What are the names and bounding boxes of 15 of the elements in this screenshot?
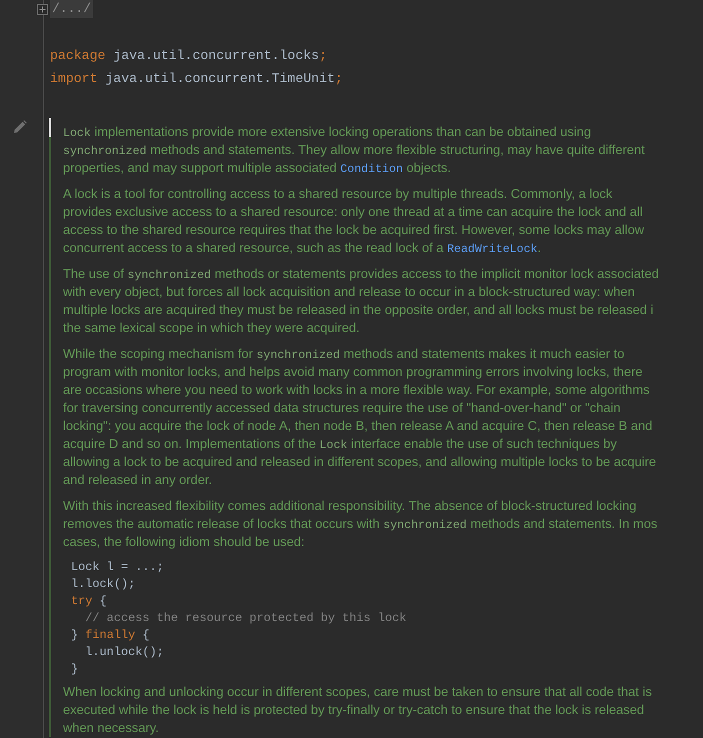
folded-comment[interactable]: /.../ xyxy=(50,0,94,18)
pencil-icon[interactable] xyxy=(13,120,27,134)
doc-paragraph: When locking and unlocking occur in different scopes, care must be taken to ensure that all code that is executed while the lock is held is protected by try-finally or try-catch to ensure that the lock is released when necessary. xyxy=(63,683,653,737)
doc-paragraph: A lock is a tool for controlling access to a shared resource by multiple threads. Commonly, a lock provides exclusive access to a shared resource: only one thread at a time can acquire the lock and all access to the shared resource requires that the lock be acquired first. However, some locks may allow concurrent access to a shared resource, such as the read lock of a ReadWriteLock. xyxy=(63,185,646,257)
class-link[interactable]: ReadWriteLock xyxy=(447,243,538,256)
class-link[interactable]: Condition xyxy=(340,163,403,176)
doc-paragraph: While the scoping mechanism for synchronized methods and statements makes it much easier to program with monitor locks, and helps avoid many common programming errors involving locks, there are occasions where you need to work with locks in a more flexible way. For example, some algorithms for traversing concurrently accessed data structures require the use of "hand-over-hand" or "chain locking": you acquire the lock of node A, then node B, then release A and acquire C, then release B and acquire D and so on. Implementations of the Lock interface enable the use of such techniques by allowing a lock to be acquired and released in different scopes, and allowing multiple locks to be acquire and released in any order. xyxy=(63,345,658,489)
doc-paragraph: With this increased flexibility comes additional responsibility. The absence of block-structured locking removes the automatic release of locks that occurs with synchronized methods and statements. In mos cases, the following idiom should be used: xyxy=(63,497,658,551)
code-snippet: Lock l = ...; l.lock(); try { // access the resource protected by this lock } finally { l.unlock(); } xyxy=(71,559,408,678)
text-cursor xyxy=(49,118,51,137)
doc-paragraph: Lock implementations provide more extensive locking operations than can be obtained using synchronized methods and statements. They allow more flexible structuring, may have quite different properties, and may support multiple associated Condition objects. xyxy=(63,123,646,177)
code-line: package java.util.concurrent.locks; xyxy=(50,47,328,65)
doc-paragraph: The use of synchronized methods or statements provides access to the implicit monitor lock associated with every object, but forces all lock acquisition and release to occur in a block-structured way: when multiple locks are acquired they must be released in the opposite order, and all locks must be released i the same lexical scope in which they were acquired. xyxy=(63,265,660,337)
code-line: import java.util.concurrent.TimeUnit; xyxy=(50,70,344,88)
expand-icon[interactable] xyxy=(37,4,48,14)
